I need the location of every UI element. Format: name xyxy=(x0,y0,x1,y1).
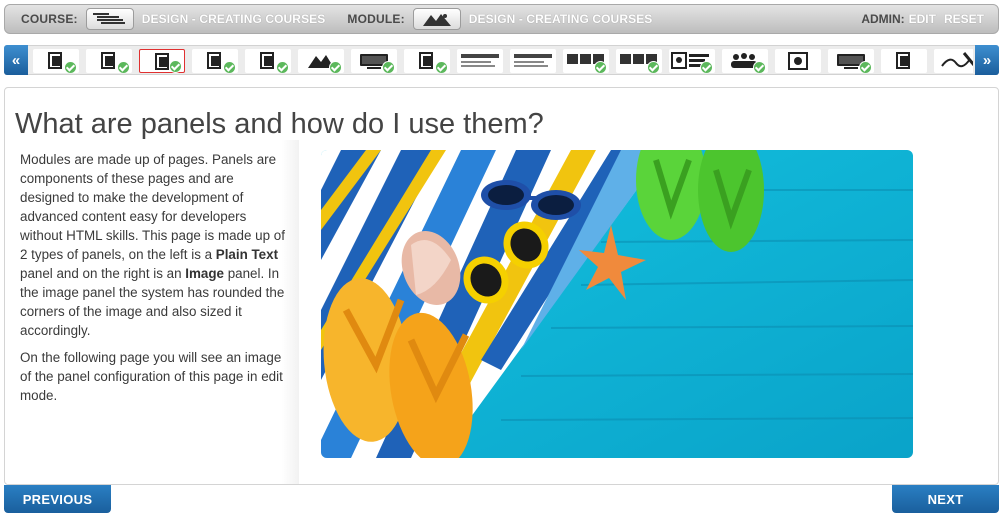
completed-check-icon xyxy=(169,60,182,73)
page-thumbnail[interactable] xyxy=(33,49,79,73)
completed-check-icon xyxy=(329,61,342,73)
course-thumbnail[interactable] xyxy=(85,8,134,30)
page-thumbnail[interactable] xyxy=(139,49,185,73)
page-strip: « » xyxy=(4,45,999,75)
image-panel xyxy=(321,150,913,458)
paragraph-1: Modules are made up of pages. Panels are… xyxy=(20,152,285,338)
text-bar-icon xyxy=(514,54,552,67)
mountain-image-icon xyxy=(422,14,451,26)
page-thumbnail[interactable] xyxy=(404,49,450,73)
completed-check-icon xyxy=(435,61,448,73)
page-thumbnail[interactable] xyxy=(245,49,291,73)
page-title: What are panels and how do I use them? xyxy=(15,108,544,140)
page-thumbnails xyxy=(33,49,973,73)
plain-text-panel: Modules are made up of pages. Panels are… xyxy=(7,140,299,484)
course-title[interactable]: DESIGN - CREATING COURSES xyxy=(142,12,326,26)
completed-check-icon xyxy=(859,61,872,73)
page-thumbnail[interactable] xyxy=(351,49,397,73)
page-thumbnail[interactable] xyxy=(457,49,503,73)
completed-check-icon xyxy=(223,61,236,73)
module-thumbnail[interactable] xyxy=(412,8,461,30)
signature-icon xyxy=(941,52,973,68)
completed-check-icon xyxy=(594,61,607,73)
page-thumbnail[interactable] xyxy=(563,49,609,73)
course-label: COURSE: xyxy=(21,12,78,26)
page-icon xyxy=(896,52,910,69)
completed-check-icon xyxy=(117,61,130,73)
edit-link[interactable]: EDIT xyxy=(909,12,936,26)
next-button[interactable]: NEXT xyxy=(892,485,999,513)
page-thumbnail[interactable] xyxy=(775,49,821,73)
text-bar-icon xyxy=(461,54,499,67)
admin-label: ADMIN: xyxy=(861,12,905,26)
page-thumbnail[interactable] xyxy=(86,49,132,73)
page-thumbnail[interactable] xyxy=(934,49,973,73)
page-thumbnail[interactable] xyxy=(669,49,715,73)
page-thumbnail[interactable] xyxy=(510,49,556,73)
completed-check-icon xyxy=(647,61,660,73)
course-structure-icon xyxy=(92,13,125,24)
strip-prev-button[interactable]: « xyxy=(4,45,28,75)
beach-flip-flops-image xyxy=(321,150,913,458)
page-thumbnail[interactable] xyxy=(828,49,874,73)
page-thumbnail[interactable] xyxy=(192,49,238,73)
top-bar: COURSE: DESIGN - CREATING COURSES MODULE… xyxy=(4,4,999,34)
video-icon xyxy=(788,52,808,70)
completed-check-icon xyxy=(700,61,713,73)
completed-check-icon xyxy=(753,61,766,73)
reset-link[interactable]: RESET xyxy=(944,12,984,26)
previous-button[interactable]: PREVIOUS xyxy=(4,485,111,513)
strip-next-button[interactable]: » xyxy=(975,45,999,75)
completed-check-icon xyxy=(382,61,395,73)
page-thumbnail[interactable] xyxy=(298,49,344,73)
page-thumbnail[interactable] xyxy=(616,49,662,73)
module-title[interactable]: DESIGN - CREATING COURSES xyxy=(469,12,653,26)
completed-check-icon xyxy=(64,61,77,73)
content-panel: What are panels and how do I use them? M… xyxy=(4,87,999,485)
page-thumbnail[interactable] xyxy=(881,49,927,73)
completed-check-icon xyxy=(276,61,289,73)
paragraph-2: On the following page you will see an im… xyxy=(20,350,283,403)
page-thumbnail[interactable] xyxy=(722,49,768,73)
module-label: MODULE: xyxy=(347,12,405,26)
